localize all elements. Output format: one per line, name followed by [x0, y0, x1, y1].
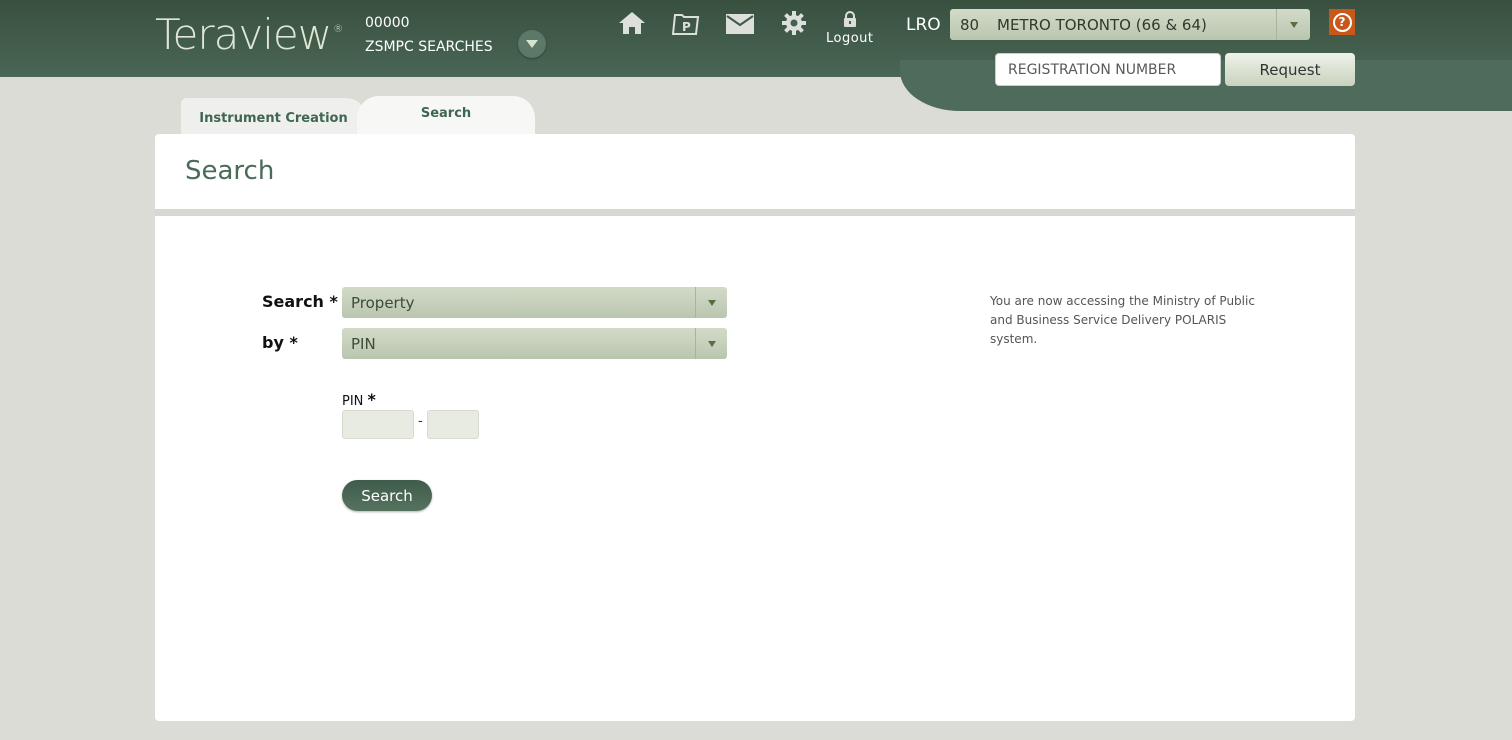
logout-label: Logout [826, 31, 874, 46]
search-type-select[interactable]: Property [342, 287, 727, 318]
gear-icon [782, 11, 806, 35]
account-number: 00000 [365, 15, 410, 31]
page-title: Search [185, 156, 275, 186]
home-button[interactable] [618, 11, 646, 39]
pin-label: PIN * [342, 390, 376, 409]
teraview-logo[interactable]: Teraview ® [155, 10, 343, 59]
help-icon: ? [1332, 12, 1352, 32]
lro-number: 80 [960, 15, 980, 34]
search-button[interactable]: Search [342, 480, 432, 511]
mail-icon [726, 14, 754, 34]
account-name: ZSMPC SEARCHES [365, 39, 493, 55]
logo-text: Teraview [155, 10, 332, 59]
search-by-select[interactable]: PIN [342, 328, 727, 359]
help-button[interactable]: ? [1329, 9, 1355, 35]
tab-instrument-creation[interactable]: Instrument Creation [181, 98, 366, 134]
messages-button[interactable] [726, 14, 754, 38]
required-marker: * [367, 390, 376, 409]
lro-label: LRO [906, 15, 941, 35]
lock-icon [843, 11, 856, 27]
lro-dropdown-arrow[interactable] [1276, 9, 1310, 40]
search-type-dropdown-arrow[interactable] [695, 287, 727, 318]
svg-text:P: P [682, 20, 691, 34]
lro-name: METRO TORONTO (66 & 64) [997, 15, 1207, 34]
pin-block-input[interactable] [342, 410, 414, 439]
tab-search[interactable]: Search [357, 96, 535, 134]
search-by-label: by * [262, 333, 298, 352]
chevron-down-icon [526, 40, 538, 48]
search-type-label: Search * [262, 292, 338, 311]
parcel-register-button[interactable]: P [671, 13, 700, 39]
pin-separator: - [418, 414, 423, 429]
chevron-down-icon [707, 340, 716, 347]
search-type-value: Property [351, 293, 415, 312]
search-by-value: PIN [351, 334, 376, 353]
parcel-folder-icon: P [671, 14, 700, 35]
polaris-notice: You are now accessing the Ministry of Pu… [990, 294, 1255, 346]
request-button[interactable]: Request [1225, 53, 1355, 86]
title-divider [155, 209, 1355, 216]
logout-button[interactable]: Logout [826, 11, 874, 46]
account-dropdown-button[interactable] [518, 30, 546, 58]
registered-mark: ® [333, 24, 343, 35]
home-icon [619, 12, 645, 34]
lro-select[interactable]: 80 METRO TORONTO (66 & 64) [950, 9, 1310, 40]
search-by-dropdown-arrow[interactable] [695, 328, 727, 359]
chevron-down-icon [707, 299, 716, 306]
registration-number-input[interactable] [995, 53, 1221, 86]
pin-label-text: PIN [342, 394, 364, 409]
pin-property-input[interactable] [427, 410, 479, 439]
chevron-down-icon [1289, 21, 1298, 28]
search-panel: Search Search * Property by * PIN PIN * … [155, 134, 1355, 721]
settings-button[interactable] [782, 11, 806, 39]
account-info: 00000 ZSMPC SEARCHES [365, 11, 493, 59]
